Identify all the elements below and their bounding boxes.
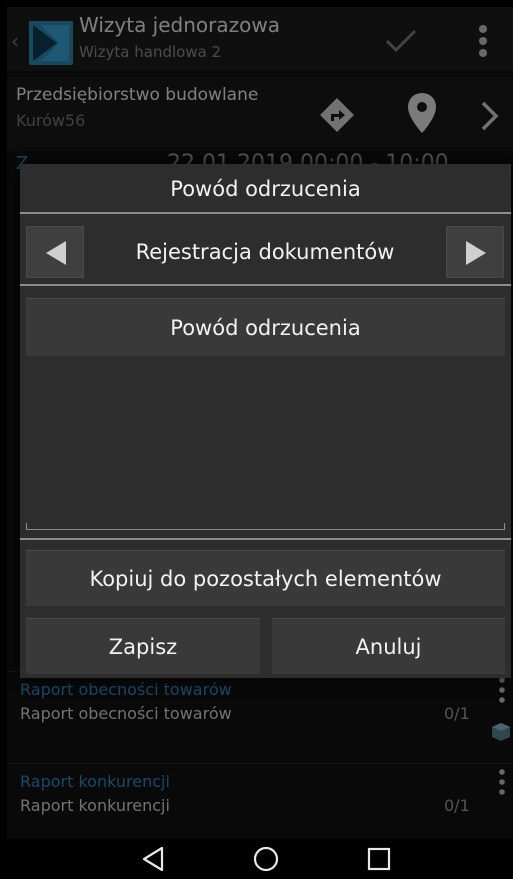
nav-home-icon[interactable] <box>252 845 280 873</box>
next-button[interactable] <box>446 226 504 278</box>
arrow-left-icon <box>46 241 66 265</box>
reason-select-button[interactable]: Powód odrzucenia <box>26 298 505 356</box>
pager-label: Rejestracja dokumentów <box>135 240 395 264</box>
divider <box>20 538 511 540</box>
nav-back-icon[interactable] <box>140 845 168 873</box>
dialog-title: Powód odrzucenia <box>20 164 511 214</box>
copy-to-others-button[interactable]: Kopiuj do pozostałych elementów <box>26 550 505 606</box>
reason-text-field[interactable] <box>26 360 505 530</box>
previous-button[interactable] <box>26 226 84 278</box>
arrow-right-icon <box>466 241 486 265</box>
save-button[interactable]: Zapisz <box>26 618 260 674</box>
system-nav-bar <box>0 839 513 879</box>
rejection-reason-dialog: Powód odrzucenia Rejestracja dokumentów … <box>20 164 511 678</box>
nav-recents-icon[interactable] <box>366 846 392 872</box>
cancel-button[interactable]: Anuluj <box>272 618 505 674</box>
document-pager: Rejestracja dokumentów <box>20 216 511 286</box>
